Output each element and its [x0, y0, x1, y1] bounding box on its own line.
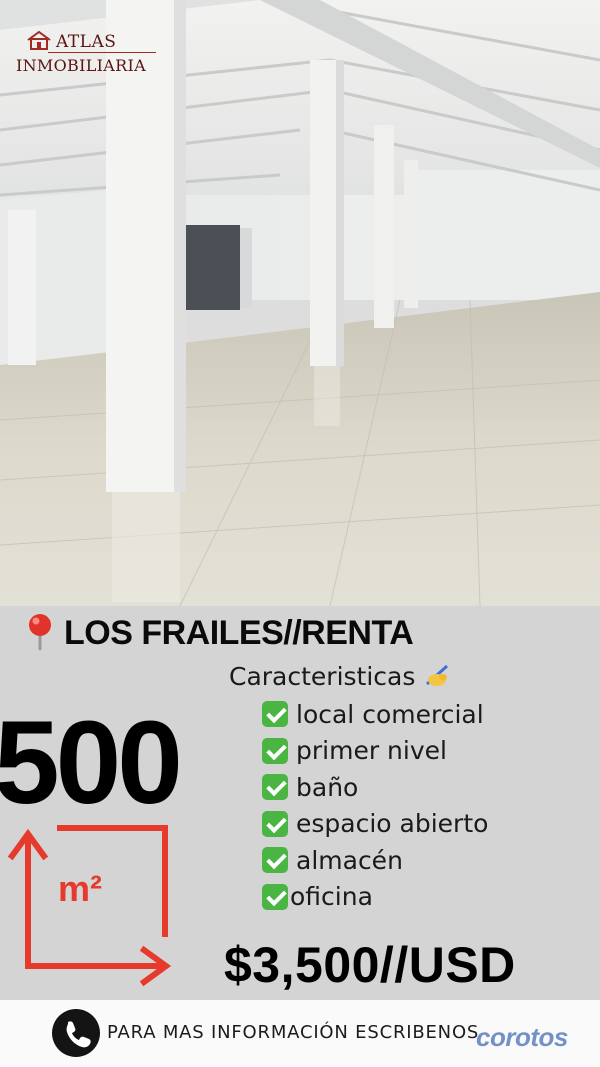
- listing-info-panel: LOS FRAILES//RENTA Caracteristicas local…: [0, 606, 600, 1000]
- contact-footer: PARA MAS INFORMACIÓN ESCRIBENOS corotos: [0, 1000, 600, 1067]
- feature-item: almacén: [262, 842, 488, 879]
- round-pushpin-icon: [29, 614, 51, 650]
- feature-label: almacén: [296, 845, 403, 875]
- feature-label: oficina: [290, 882, 373, 912]
- feature-label: local comercial: [296, 699, 484, 729]
- check-mark-button-icon: [262, 847, 288, 874]
- corotos-watermark: corotos: [476, 1022, 568, 1052]
- check-mark-button-icon: [262, 883, 288, 910]
- feature-item: oficina: [262, 879, 488, 916]
- feature-item: espacio abierto: [262, 806, 488, 843]
- rent-price: $3,500//USD: [224, 937, 516, 993]
- logo-brand-name: ATLAS: [56, 32, 117, 52]
- check-mark-button-icon: [262, 774, 288, 801]
- logo-brand-subtitle: INMOBILIARIA: [16, 56, 146, 75]
- property-photo: [0, 0, 600, 606]
- features-heading: Caracteristicas: [229, 662, 453, 691]
- area-unit: m²: [58, 868, 102, 909]
- feature-item: primer nivel: [262, 733, 488, 770]
- check-mark-button-icon: [262, 810, 288, 837]
- warehouse-interior-image: [0, 0, 600, 606]
- phone-glyph: [66, 1021, 91, 1048]
- check-mark-button-icon: [262, 737, 288, 764]
- house-icon: [27, 30, 51, 50]
- feature-label: baño: [296, 772, 359, 802]
- listing-title: LOS FRAILES//RENTA: [64, 614, 414, 652]
- contact-cta: PARA MAS INFORMACIÓN ESCRIBENOS: [107, 1022, 480, 1043]
- phone-icon[interactable]: [52, 1009, 100, 1057]
- features-heading-text: Caracteristicas: [229, 662, 416, 691]
- area-value: 500: [0, 697, 183, 829]
- writing-hand-icon: [426, 664, 449, 686]
- feature-label: primer nivel: [296, 736, 447, 766]
- check-mark-button-icon: [262, 701, 288, 728]
- feature-item: baño: [262, 769, 488, 806]
- feature-label: espacio abierto: [296, 809, 489, 839]
- features-list: local comercial primer nivel baño espaci…: [262, 696, 488, 915]
- feature-item: local comercial: [262, 696, 488, 733]
- logo-divider: [48, 52, 156, 53]
